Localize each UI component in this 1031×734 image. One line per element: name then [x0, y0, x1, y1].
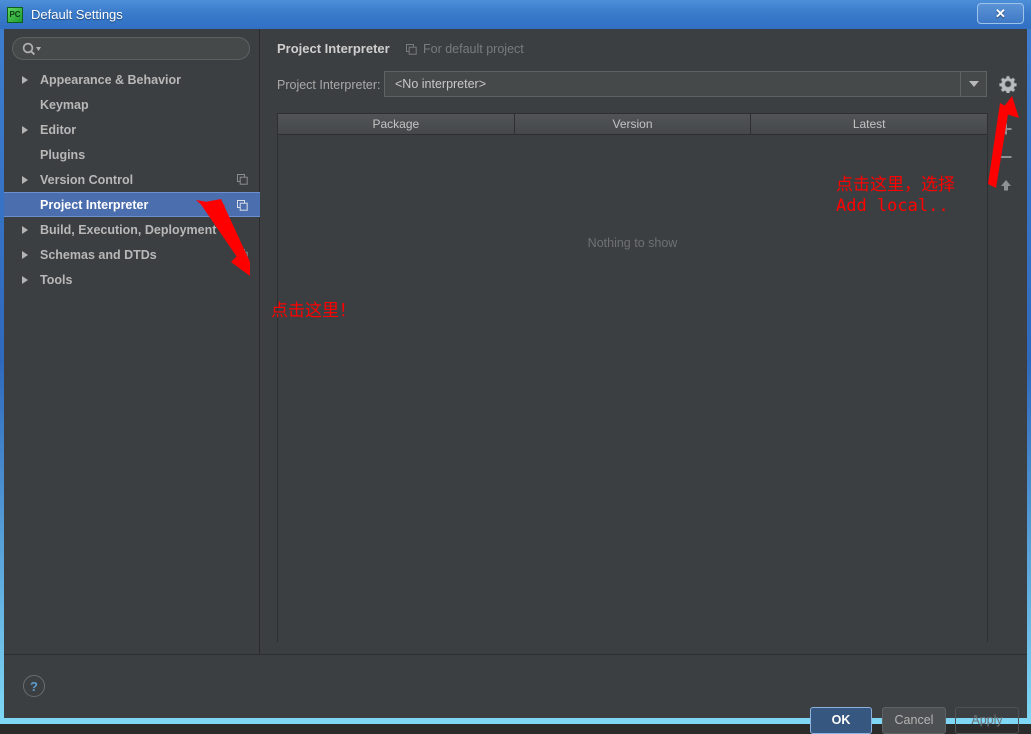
spacer-icon — [22, 200, 32, 210]
for-default-project-label: For default project — [423, 42, 524, 56]
sidebar-item-keymap[interactable]: Keymap — [4, 92, 260, 117]
title-bar: PC Default Settings ✕ — [0, 0, 1031, 29]
copy-settings-icon — [237, 174, 248, 185]
interpreter-field-label: Project Interpreter: — [277, 78, 381, 92]
annotation-gear-note-line2: Add local.. — [836, 196, 949, 216]
column-header-latest[interactable]: Latest — [751, 114, 987, 134]
column-header-package[interactable]: Package — [278, 114, 515, 134]
minus-icon — [999, 150, 1013, 164]
search-box[interactable] — [12, 37, 250, 60]
copy-settings-icon — [237, 249, 248, 260]
remove-package-button[interactable] — [994, 145, 1018, 169]
chevron-right-icon — [22, 125, 32, 135]
help-button[interactable]: ? — [23, 675, 45, 697]
main-panel: Project Interpreter For default project … — [261, 29, 1027, 654]
table-header-row: Package Version Latest — [278, 114, 987, 135]
window-title: Default Settings — [31, 7, 123, 22]
sidebar-item-label: Plugins — [40, 148, 85, 162]
copy-settings-icon — [406, 44, 417, 55]
sidebar-item-label: Build, Execution, Deployment — [40, 223, 216, 237]
sidebar-item-editor[interactable]: Editor — [4, 117, 260, 142]
sidebar-item-label: Tools — [40, 273, 72, 287]
chevron-right-icon — [22, 225, 32, 235]
column-header-version[interactable]: Version — [515, 114, 752, 134]
sidebar-item-label: Appearance & Behavior — [40, 73, 181, 87]
upgrade-package-button[interactable] — [994, 173, 1018, 197]
dialog-window: PC Default Settings ✕ Appearance & Behav… — [0, 0, 1031, 724]
annotation-gear-note-line1: 点击这里，选择 — [836, 170, 955, 195]
sidebar-item-appearance-behavior[interactable]: Appearance & Behavior — [4, 67, 260, 92]
arrow-up-icon — [999, 178, 1013, 192]
package-toolbar — [992, 113, 1020, 223]
interpreter-select[interactable]: <No interpreter> — [384, 71, 987, 97]
page-title: Project Interpreter — [277, 41, 390, 56]
spacer-icon — [22, 150, 32, 160]
settings-sidebar: Appearance & Behavior Keymap Editor Plug… — [4, 29, 260, 654]
sidebar-item-project-interpreter[interactable]: Project Interpreter — [4, 192, 260, 217]
sidebar-item-version-control[interactable]: Version Control — [4, 167, 260, 192]
sidebar-item-label: Editor — [40, 123, 76, 137]
for-default-project-badge: For default project — [406, 42, 524, 56]
settings-tree: Appearance & Behavior Keymap Editor Plug… — [4, 67, 260, 292]
plus-icon — [999, 122, 1013, 136]
sidebar-item-label: Keymap — [40, 98, 89, 112]
search-icon — [21, 41, 43, 57]
copy-settings-icon — [237, 200, 248, 211]
sidebar-item-schemas-and-dtds[interactable]: Schemas and DTDs — [4, 242, 260, 267]
chevron-right-icon — [22, 250, 32, 260]
close-icon[interactable]: ✕ — [977, 3, 1024, 24]
chevron-right-icon — [22, 275, 32, 285]
chevron-down-icon[interactable] — [960, 72, 986, 96]
pycharm-icon: PC — [7, 7, 23, 23]
search-input[interactable] — [43, 40, 247, 59]
apply-button[interactable]: Apply — [955, 707, 1019, 734]
sidebar-item-label: Schemas and DTDs — [40, 248, 157, 262]
interpreter-selected-value: <No interpreter> — [395, 77, 486, 91]
cancel-button[interactable]: Cancel — [882, 707, 946, 734]
dialog-footer: ? OK Cancel Apply — [4, 654, 1027, 718]
dialog-body: Appearance & Behavior Keymap Editor Plug… — [4, 29, 1027, 717]
add-package-button[interactable] — [994, 117, 1018, 141]
chevron-right-icon — [22, 175, 32, 185]
sidebar-item-plugins[interactable]: Plugins — [4, 142, 260, 167]
spacer-icon — [22, 100, 32, 110]
interpreter-settings-button[interactable] — [995, 71, 1021, 97]
annotation-sidebar-note: 点击这里！ — [271, 296, 356, 321]
sidebar-item-label: Version Control — [40, 173, 133, 187]
gear-icon — [999, 75, 1017, 93]
empty-state-text: Nothing to show — [278, 236, 987, 250]
ok-button[interactable]: OK — [810, 707, 872, 734]
sidebar-item-label: Project Interpreter — [40, 198, 148, 212]
sidebar-item-build-execution-deployment[interactable]: Build, Execution, Deployment — [4, 217, 260, 242]
chevron-right-icon — [22, 75, 32, 85]
sidebar-item-tools[interactable]: Tools — [4, 267, 260, 292]
